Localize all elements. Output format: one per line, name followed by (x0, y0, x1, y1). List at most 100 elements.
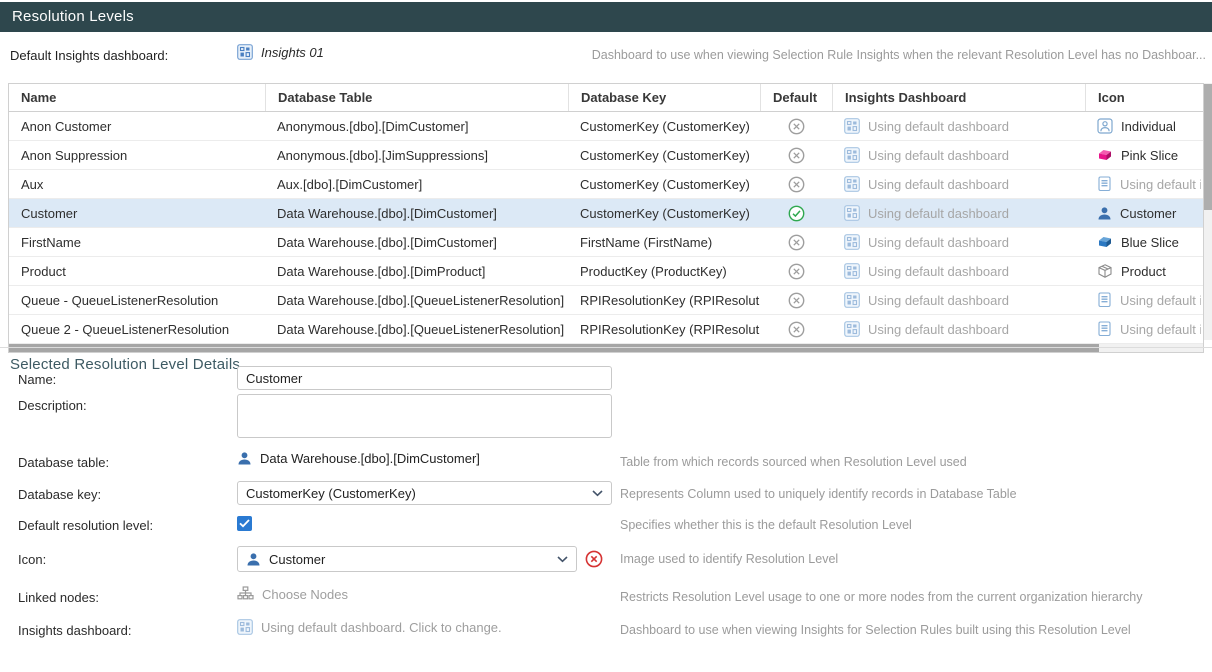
cell-name: Product (9, 264, 265, 279)
person-icon (246, 552, 261, 567)
table-row[interactable]: Anon Suppression Anonymous.[dbo].[JimSup… (9, 141, 1203, 170)
vertical-scrollbar[interactable] (1204, 83, 1212, 340)
cell-insights-dashboard: Using default dashboard (832, 321, 1085, 337)
page-title: Resolution Levels (0, 2, 1212, 32)
cell-database-key: CustomerKey (CustomerKey) (568, 148, 760, 163)
default-cross-icon (788, 176, 805, 193)
cell-name: Aux (9, 177, 265, 192)
resolution-levels-page: Resolution Levels Default Insights dashb… (0, 0, 1212, 672)
default-cross-icon (788, 147, 805, 164)
default-dashboard-label: Default Insights dashboard: (10, 48, 168, 63)
default-dashboard-picker[interactable]: Insights 01 (237, 44, 324, 60)
cell-name: Queue 2 - QueueListenerResolution (9, 322, 265, 337)
database-table-value: Data Warehouse.[dbo].[DimCustomer] (260, 451, 480, 466)
cell-insights-dashboard: Using default dashboard (832, 263, 1085, 279)
icon-cell-label: Product (1121, 264, 1166, 279)
cell-database-table: Data Warehouse.[dbo].[DimProduct] (265, 264, 568, 279)
linked-nodes-label: Linked nodes: (18, 590, 99, 605)
column-header-default: Default (760, 84, 832, 111)
default-doc-icon (1097, 176, 1112, 192)
icon-cell-label: Individual (1121, 119, 1176, 134)
grid-header: Name Database Table Database Key Default… (9, 84, 1203, 112)
vertical-scrollbar-thumb[interactable] (1204, 84, 1212, 210)
dashboard-cell-text: Using default dashboard (868, 322, 1009, 337)
dashboard-icon (844, 118, 860, 134)
default-doc-icon (1097, 321, 1112, 337)
cell-insights-dashboard: Using default dashboard (832, 118, 1085, 134)
column-header-database-key: Database Key (568, 84, 760, 111)
insights-dashboard-button[interactable]: Using default dashboard. Click to change… (237, 619, 502, 635)
choose-nodes-button[interactable]: Choose Nodes (237, 586, 348, 602)
icon-cell-label: Pink Slice (1121, 148, 1178, 163)
database-table-hint: Table from which records sourced when Re… (620, 455, 967, 469)
table-row[interactable]: Product Data Warehouse.[dbo].[DimProduct… (9, 257, 1203, 286)
dashboard-cell-text: Using default dashboard (868, 235, 1009, 250)
cell-default (760, 176, 832, 193)
column-header-insights-dashboard: Insights Dashboard (832, 84, 1085, 111)
default-cross-icon (788, 263, 805, 280)
cell-icon: Using default icon (1085, 292, 1201, 308)
cell-database-key: CustomerKey (CustomerKey) (568, 206, 760, 221)
table-row[interactable]: Customer Data Warehouse.[dbo].[DimCustom… (9, 199, 1203, 228)
default-cross-icon (788, 321, 805, 338)
dashboard-cell-text: Using default dashboard (868, 148, 1009, 163)
dashboard-icon (844, 292, 860, 308)
dashboard-icon (844, 147, 860, 163)
section-divider (0, 347, 1212, 348)
table-row[interactable]: Aux Aux.[dbo].[DimCustomer] CustomerKey … (9, 170, 1203, 199)
dashboard-icon (844, 263, 860, 279)
column-header-name: Name (9, 84, 265, 111)
dashboard-icon (844, 205, 860, 221)
cell-database-key: RPIResolutionKey (RPIResolutio... (568, 322, 760, 337)
cell-name: FirstName (9, 235, 265, 250)
name-label: Name: (18, 372, 56, 387)
table-row[interactable]: Queue - QueueListenerResolution Data War… (9, 286, 1203, 315)
dashboard-icon (237, 619, 253, 635)
table-row[interactable]: Anon Customer Anonymous.[dbo].[DimCustom… (9, 112, 1203, 141)
database-key-value: CustomerKey (CustomerKey) (246, 486, 416, 501)
cell-default (760, 321, 832, 338)
dashboard-icon (844, 176, 860, 192)
individual-icon (1097, 118, 1113, 134)
clear-icon-button[interactable] (585, 550, 603, 568)
icon-label: Icon: (18, 552, 46, 567)
dashboard-cell-text: Using default dashboard (868, 293, 1009, 308)
column-header-icon: Icon (1085, 84, 1201, 111)
column-header-database-table: Database Table (265, 84, 568, 111)
default-dashboard-value: Insights 01 (261, 45, 324, 60)
cell-icon: Product (1085, 263, 1201, 279)
cell-icon: Blue Slice (1085, 234, 1201, 250)
cell-insights-dashboard: Using default dashboard (832, 292, 1085, 308)
cell-database-table: Aux.[dbo].[DimCustomer] (265, 177, 568, 192)
default-cross-icon (788, 118, 805, 135)
person-icon (237, 451, 252, 466)
cell-database-table: Data Warehouse.[dbo].[QueueListenerResol… (265, 322, 568, 337)
icon-cell-label: Using default icon (1120, 322, 1201, 337)
horizontal-scrollbar-thumb[interactable] (9, 344, 1099, 352)
insights-dashboard-text: Using default dashboard. Click to change… (261, 620, 502, 635)
table-body: Anon Customer Anonymous.[dbo].[DimCustom… (9, 112, 1203, 344)
table-row[interactable]: FirstName Data Warehouse.[dbo].[DimCusto… (9, 228, 1203, 257)
default-doc-icon (1097, 292, 1112, 308)
cell-icon: Pink Slice (1085, 147, 1201, 163)
insights-dashboard-hint: Dashboard to use when viewing Insights f… (620, 623, 1131, 637)
cell-icon: Customer (1085, 206, 1201, 221)
icon-select[interactable]: Customer (237, 546, 577, 572)
default-level-hint: Specifies whether this is the default Re… (620, 518, 912, 532)
cell-insights-dashboard: Using default dashboard (832, 176, 1085, 192)
database-key-select[interactable]: CustomerKey (CustomerKey) (237, 481, 612, 505)
dashboard-icon (237, 44, 253, 60)
name-input[interactable] (237, 366, 612, 390)
cell-icon: Using default icon (1085, 321, 1201, 337)
icon-cell-label: Using default icon (1120, 293, 1201, 308)
database-key-label: Database key: (18, 487, 101, 502)
cell-icon: Individual (1085, 118, 1201, 134)
dashboard-icon (844, 234, 860, 250)
table-row[interactable]: Queue 2 - QueueListenerResolution Data W… (9, 315, 1203, 344)
chevron-down-icon (557, 556, 568, 563)
default-level-checkbox[interactable] (237, 516, 252, 531)
cell-default (760, 118, 832, 135)
horizontal-scrollbar[interactable] (9, 344, 1203, 352)
description-input[interactable] (237, 394, 612, 438)
insights-dashboard-label: Insights dashboard: (18, 623, 131, 638)
